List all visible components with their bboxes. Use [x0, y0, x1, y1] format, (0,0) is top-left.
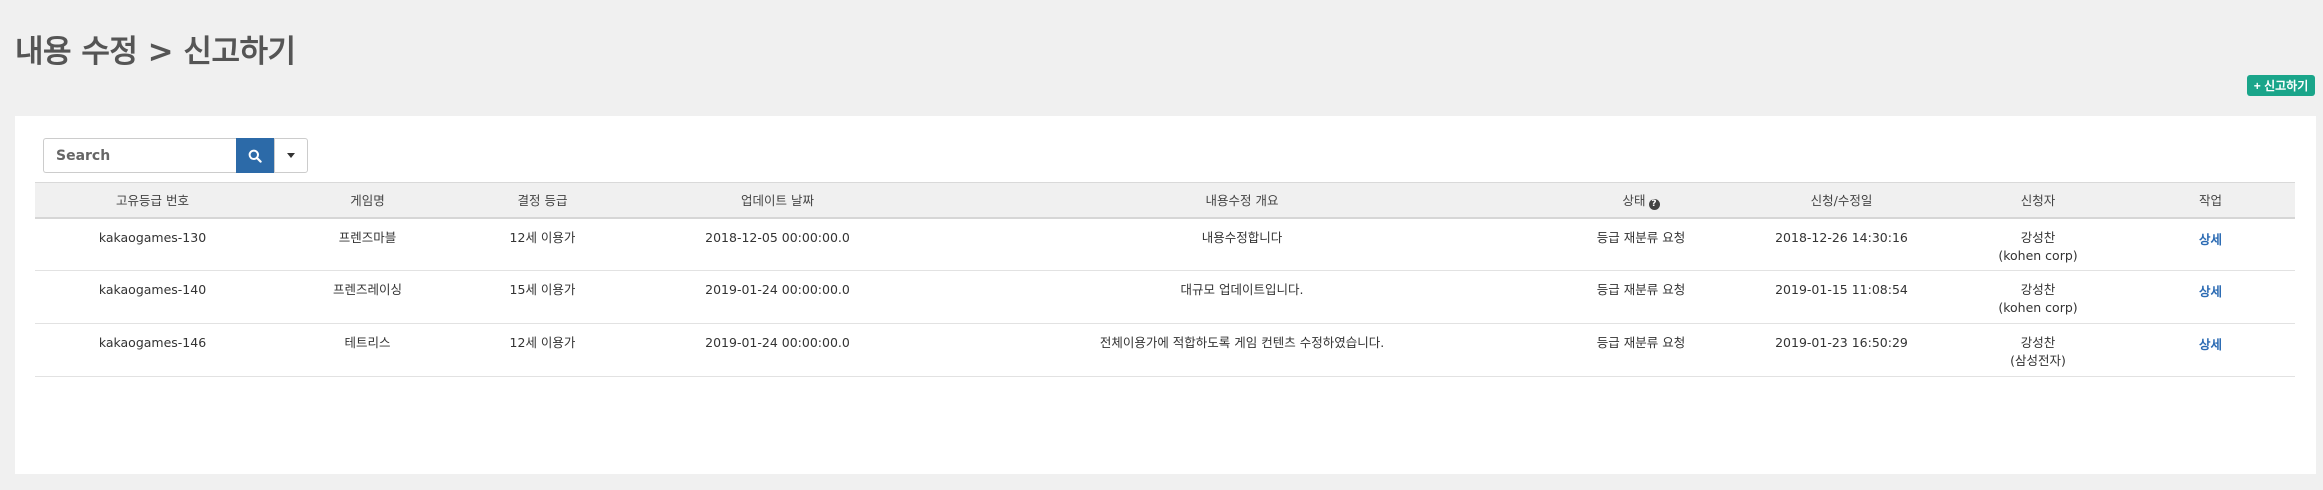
applicant-org: (kohen corp)	[1998, 300, 2078, 315]
cell-status: 등급 재분류 요청	[1596, 335, 1686, 350]
cell-updated: 2018-12-05 00:00:00.0	[705, 229, 850, 245]
column-header-requested[interactable]: 신청/수정일	[1733, 183, 1950, 218]
column-header-summary[interactable]: 내용수정 개요	[935, 183, 1549, 218]
page-title: 내용 수정 > 신고하기	[15, 34, 296, 70]
question-circle-icon[interactable]: ?	[1648, 198, 1660, 210]
cell-rating: 12세 이용가	[509, 335, 576, 350]
cell-updated: 2019-01-24 00:00:00.0	[705, 282, 850, 297]
cell-game: 프렌즈레이싱	[332, 282, 402, 297]
cell-rating: 15세 이용가	[509, 282, 576, 297]
cell-status: 등급 재분류 요청	[1596, 282, 1686, 297]
cell-action: 상세	[2126, 271, 2295, 324]
column-header-game[interactable]: 게임명	[270, 183, 465, 218]
search-button[interactable]	[236, 138, 274, 173]
cell-applicant: 강성찬 (삼성전자)	[1950, 324, 2126, 377]
content-panel: 고유등급 번호 게임명 결정 등급 업데이트 날짜 내용수정 개요 상태? 신청…	[15, 116, 2316, 474]
applicant-org: (kohen corp)	[1998, 247, 2078, 263]
table-row: kakaogames-146 테트리스 12세 이용가 2019-01-24 0…	[35, 324, 2295, 377]
search-input[interactable]	[43, 138, 236, 173]
applicant-name: 강성찬	[2020, 335, 2056, 350]
column-header-applicant[interactable]: 신청자	[1950, 183, 2126, 218]
column-header-status-label: 상태	[1622, 192, 1646, 208]
applicant-name: 강성찬	[2020, 229, 2056, 245]
applicant-org: (삼성전자)	[2010, 353, 2066, 368]
cell-id: kakaogames-146	[98, 335, 207, 350]
table-row: kakaogames-130 프렌즈마블 12세 이용가 2018-12-05 …	[35, 218, 2295, 271]
cell-requested: 2018-12-26 14:30:16	[1775, 229, 1908, 245]
cell-requested: 2019-01-23 16:50:29	[1775, 335, 1908, 350]
chevron-down-icon	[287, 153, 295, 158]
applicant-name: 강성찬	[2020, 282, 2056, 297]
column-header-rating[interactable]: 결정 등급	[465, 183, 620, 218]
cell-id: kakaogames-140	[98, 282, 207, 297]
table-header-row: 고유등급 번호 게임명 결정 등급 업데이트 날짜 내용수정 개요 상태? 신청…	[35, 182, 2295, 218]
cell-status: 등급 재분류 요청	[1596, 229, 1686, 245]
cell-game: 테트리스	[344, 335, 391, 350]
cell-action: 상세	[2126, 218, 2295, 271]
cell-updated: 2019-01-24 00:00:00.0	[705, 335, 850, 350]
column-header-id[interactable]: 고유등급 번호	[35, 183, 270, 218]
cell-applicant: 강성찬 (kohen corp)	[1950, 271, 2126, 324]
column-header-updated[interactable]: 업데이트 날짜	[620, 183, 935, 218]
detail-link[interactable]: 상세	[2199, 334, 2222, 354]
cell-id: kakaogames-130	[98, 229, 207, 245]
cell-action: 상세	[2126, 324, 2295, 377]
cell-game: 프렌즈마블	[338, 229, 397, 245]
cell-summary: 전체이용가에 적합하도록 게임 컨텐츠 수정하였습니다.	[1099, 335, 1385, 350]
table-row: kakaogames-140 프렌즈레이싱 15세 이용가 2019-01-24…	[35, 271, 2295, 324]
column-toggle-dropdown[interactable]	[274, 138, 308, 173]
cell-applicant: 강성찬 (kohen corp)	[1950, 218, 2126, 271]
report-table: 고유등급 번호 게임명 결정 등급 업데이트 날짜 내용수정 개요 상태? 신청…	[35, 182, 2295, 377]
cell-summary: 내용수정합니다	[1201, 229, 1283, 245]
search-group	[43, 138, 308, 173]
column-header-status[interactable]: 상태?	[1549, 183, 1733, 218]
detail-link[interactable]: 상세	[2199, 281, 2222, 301]
cell-summary: 대규모 업데이트입니다.	[1180, 282, 1304, 297]
detail-link[interactable]: 상세	[2199, 229, 2222, 249]
cell-requested: 2019-01-15 11:08:54	[1775, 282, 1908, 297]
report-button[interactable]: + 신고하기	[2247, 75, 2315, 96]
cell-rating: 12세 이용가	[509, 229, 576, 245]
search-icon	[248, 149, 262, 163]
column-header-action: 작업	[2198, 193, 2222, 209]
